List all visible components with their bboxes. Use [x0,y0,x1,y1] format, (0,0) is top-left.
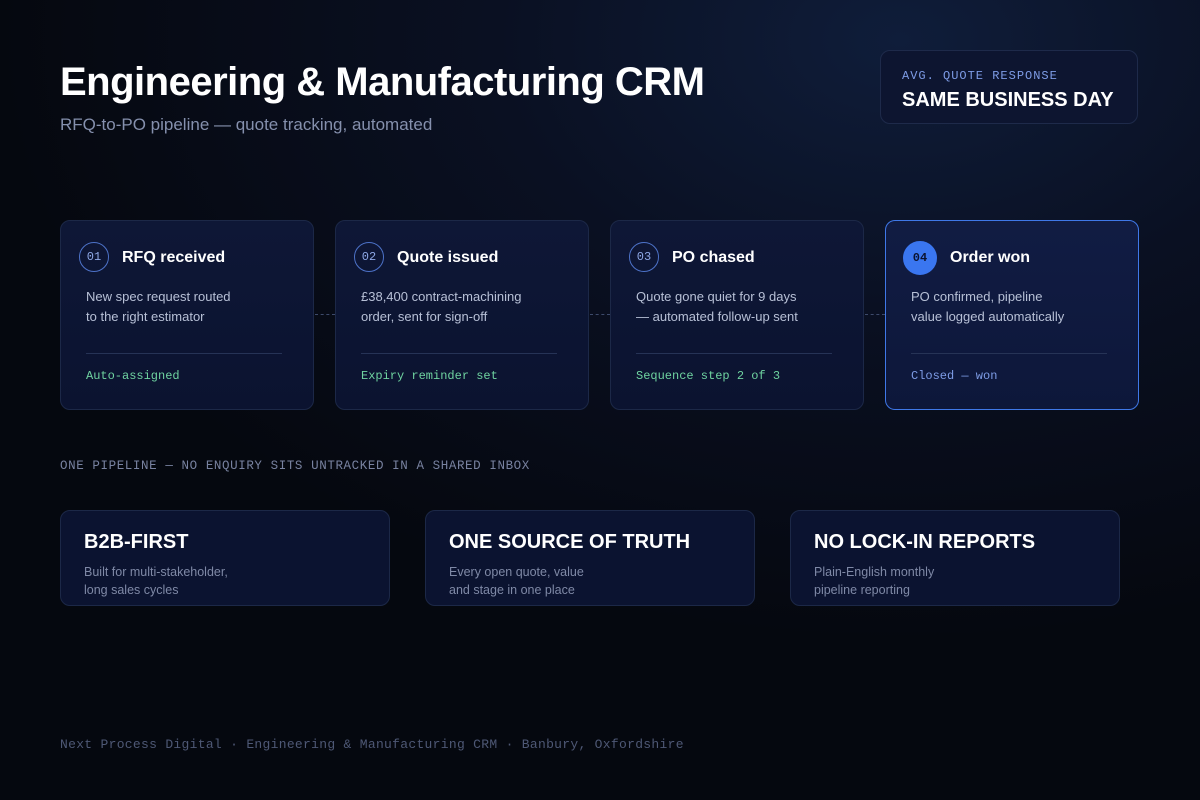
pipeline-step-quote-issued[interactable]: 02 Quote issued £38,400 contract-machini… [335,220,589,410]
step-connector [865,314,885,315]
badge-value: SAME BUSINESS DAY [902,89,1114,111]
step-status: Sequence step 2 of 3 [636,369,781,383]
step-number-badge: 01 [79,242,109,272]
feature-title: ONE SOURCE OF TRUTH [449,531,691,553]
step-title: Order won [950,249,1031,266]
pipeline-step-po-chased[interactable]: 03 PO chased Quote gone quiet for 9 days… [610,220,864,410]
badge-label: AVG. QUOTE RESPONSE [902,69,1058,83]
step-status: Auto-assigned [86,369,180,383]
step-number-badge: 02 [354,242,384,272]
step-divider [636,353,832,354]
pipeline-step-order-won[interactable]: 04 Order won PO confirmed, pipeline valu… [885,220,1139,410]
footer-text: Next Process Digital · Engineering & Man… [60,737,684,752]
step-title: RFQ received [122,249,226,266]
step-connector [315,314,335,315]
feature-card-no-lock-in-reports: NO LOCK-IN REPORTS Plain-English monthly… [790,510,1120,606]
feature-description: Built for multi-stakeholder, long sales … [84,565,228,597]
page-title: Engineering & Manufacturing CRM [60,60,705,104]
step-connector [590,314,610,315]
step-number-badge: 04 [903,241,937,275]
pipeline-step-rfq-received[interactable]: 01 RFQ received New spec request routed … [60,220,314,410]
step-description: New spec request routed to the right est… [86,289,231,324]
feature-description: Every open quote, value and stage in one… [449,565,584,597]
page-subtitle: RFQ-to-PO pipeline — quote tracking, aut… [60,115,433,134]
step-divider [86,353,282,354]
feature-description: Plain-English monthly pipeline reporting [814,565,935,597]
step-description: £38,400 contract-machining order, sent f… [361,289,522,324]
quote-response-badge: AVG. QUOTE RESPONSE SAME BUSINESS DAY [880,50,1138,124]
section-label: ONE PIPELINE — NO ENQUIRY SITS UNTRACKED… [60,459,530,473]
step-title: PO chased [672,249,755,266]
step-status: Closed — won [911,369,998,383]
step-number-badge: 03 [629,242,659,272]
feature-title: B2B-FIRST [84,531,189,553]
step-status: Expiry reminder set [361,369,498,383]
feature-card-one-source-of-truth: ONE SOURCE OF TRUTH Every open quote, va… [425,510,755,606]
feature-title: NO LOCK-IN REPORTS [814,531,1036,553]
feature-card-b2b-first: B2B-FIRST Built for multi-stakeholder, l… [60,510,390,606]
step-title: Quote issued [397,249,499,266]
step-divider [911,353,1107,354]
step-description: Quote gone quiet for 9 days — automated … [636,289,798,324]
step-description: PO confirmed, pipeline value logged auto… [911,289,1065,324]
step-divider [361,353,557,354]
